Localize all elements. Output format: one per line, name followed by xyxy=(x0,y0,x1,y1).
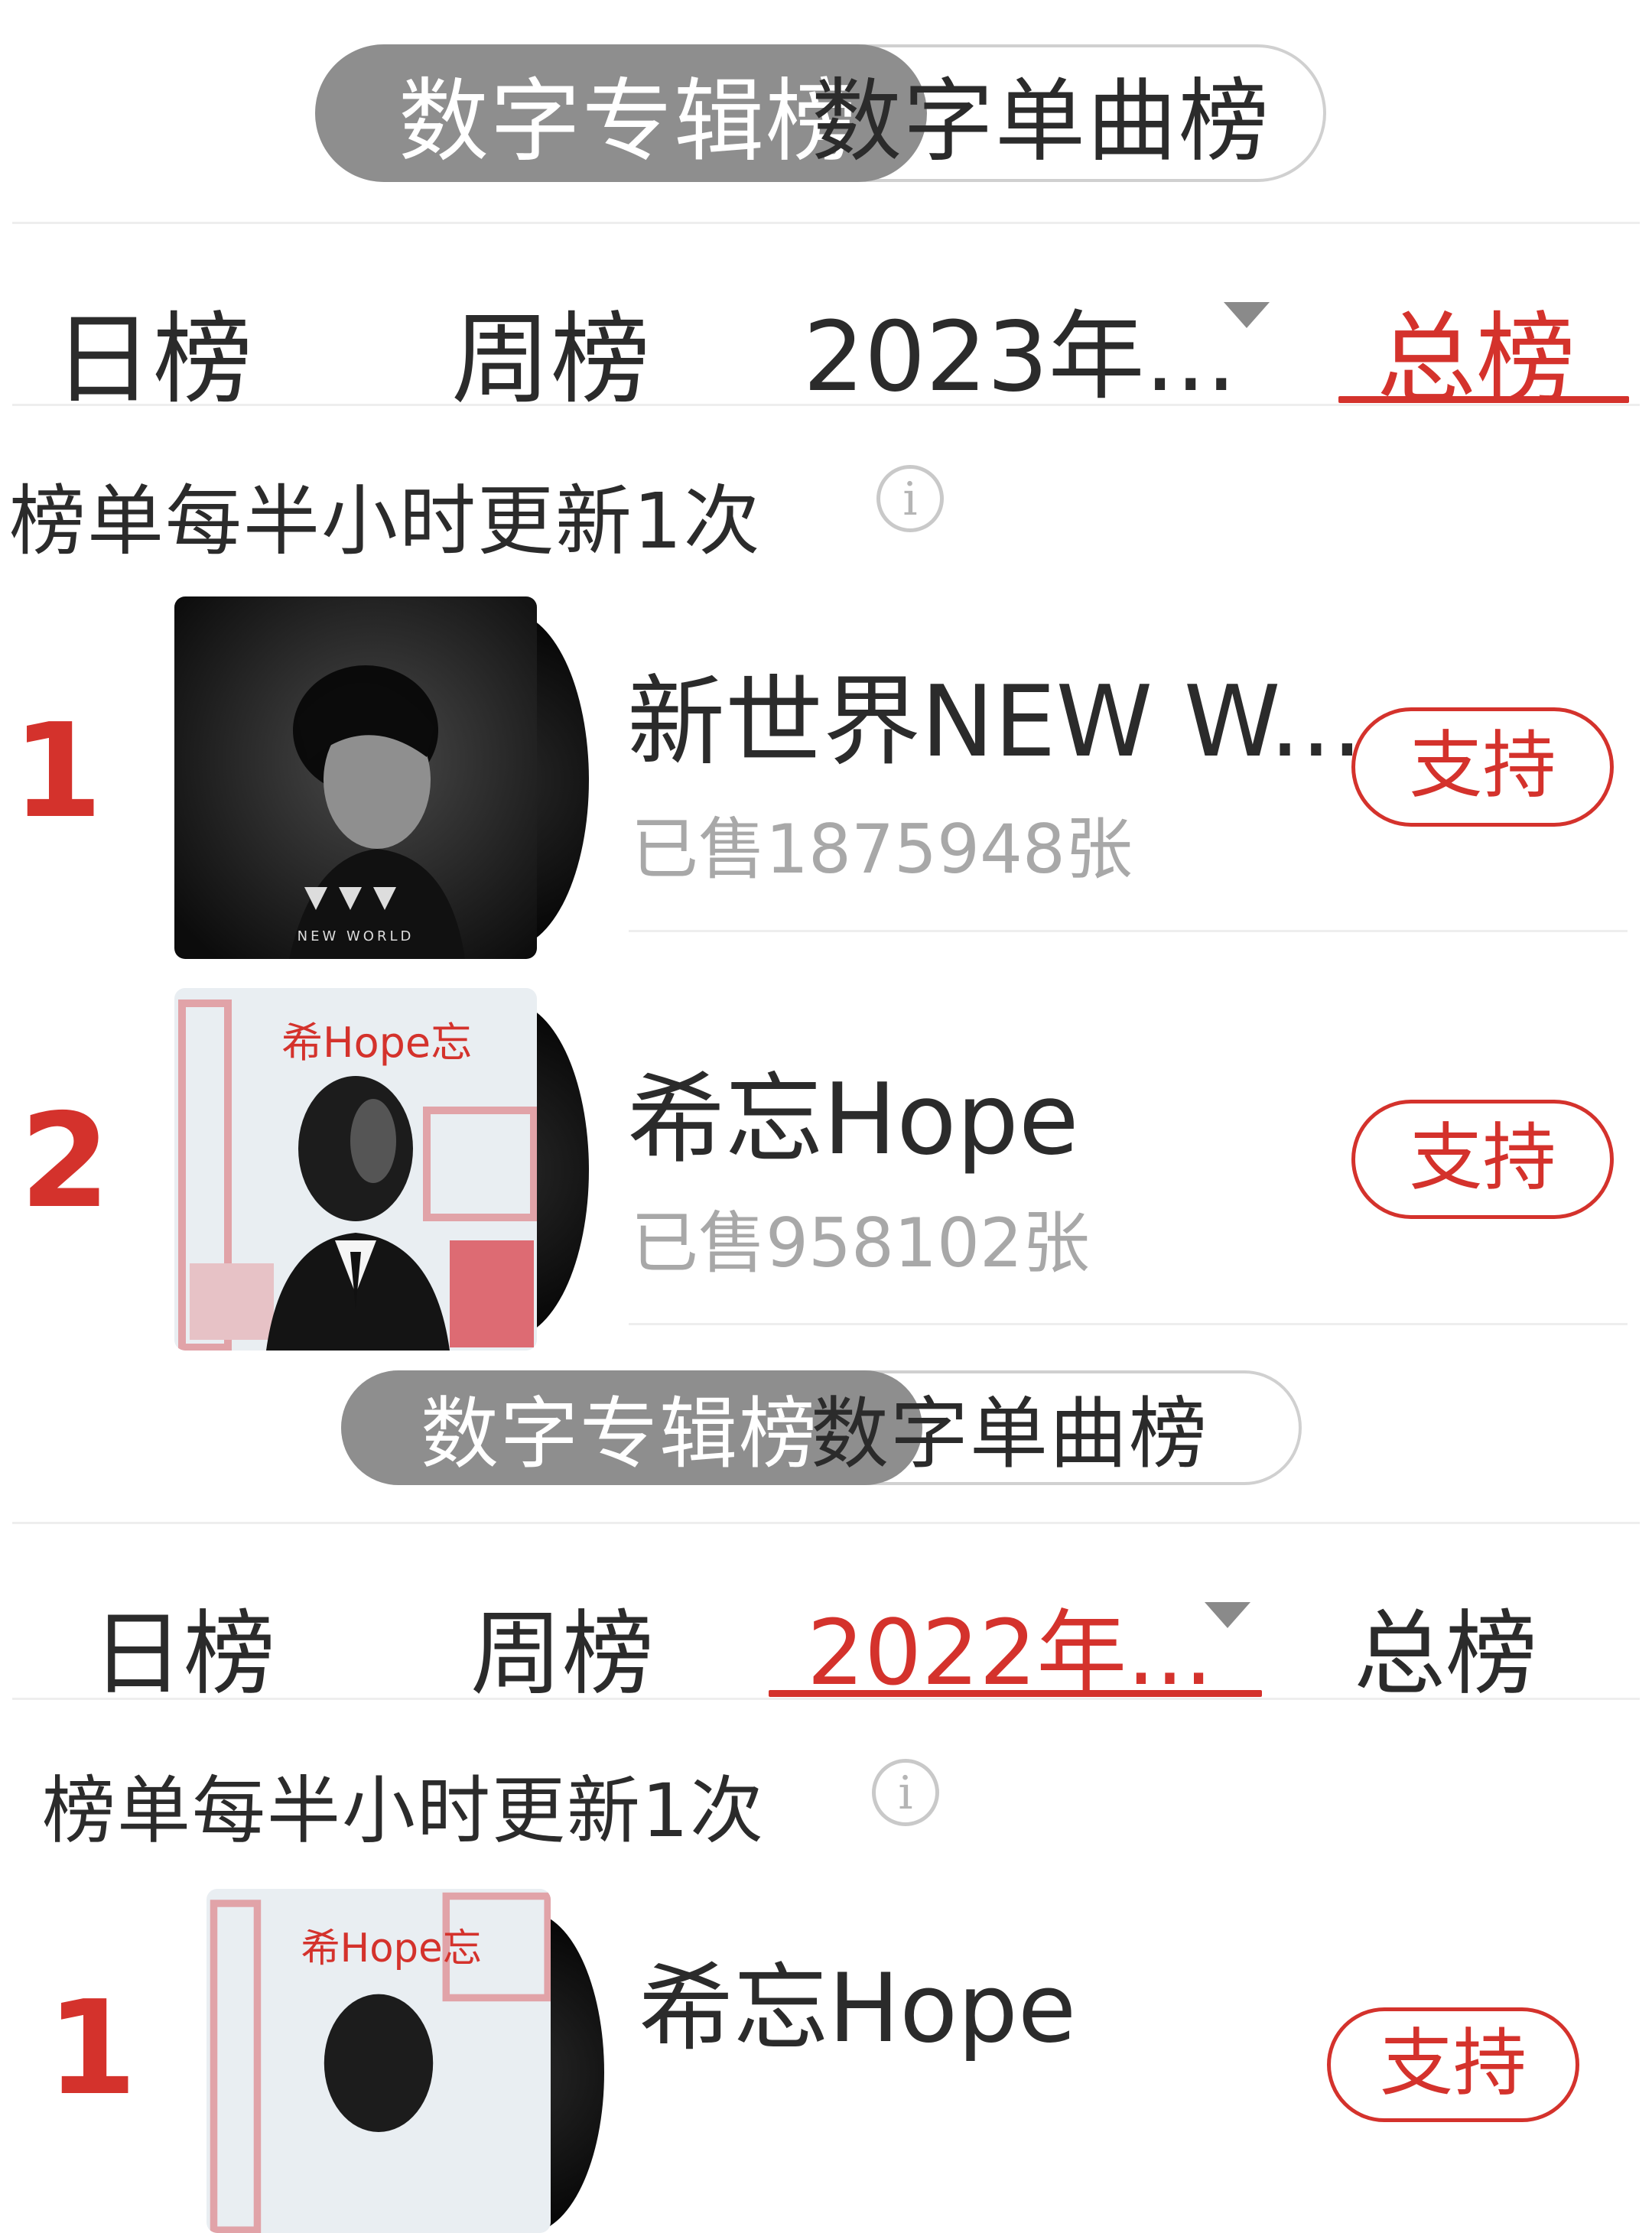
row-divider xyxy=(629,1323,1628,1325)
update-note: 榜单每半小时更新1次 xyxy=(42,1768,766,1854)
tab-digital-single[interactable]: 数字单曲榜 xyxy=(811,1372,1208,1484)
tab-digital-album[interactable]: 数字专辑榜 xyxy=(398,48,857,179)
info-icon[interactable]: i xyxy=(872,1759,939,1826)
active-tab-underline xyxy=(769,1690,1262,1697)
chart-type-toggle[interactable]: 数字专辑榜 数字单曲榜 xyxy=(315,44,1326,182)
chart-type-toggle[interactable]: 数字专辑榜 数字单曲榜 xyxy=(341,1370,1302,1485)
album-title[interactable]: 新世界NEW W... xyxy=(627,642,1363,784)
tab-week[interactable]: 周榜 xyxy=(451,279,650,423)
tab-day[interactable]: 日榜 xyxy=(92,1579,275,1712)
chart-screenshot-top: 数字专辑榜 数字单曲榜 日榜 周榜 2023年... 总榜 榜单每半小时更新1次… xyxy=(0,0,1652,1377)
sales-count: 已售958102张 xyxy=(631,1204,1090,1282)
masked-figure-cover: 希Hope忘 xyxy=(174,988,537,1351)
divider xyxy=(12,1522,1640,1524)
tab-week[interactable]: 周榜 xyxy=(470,1579,654,1712)
tab-day[interactable]: 日榜 xyxy=(54,279,252,423)
rank-number: 1 xyxy=(46,1973,138,2124)
svg-text:NEW WORLD: NEW WORLD xyxy=(298,928,415,944)
divider xyxy=(12,404,1640,406)
album-cover[interactable]: 希Hope忘 xyxy=(174,988,537,1351)
album-cover[interactable]: NEW WORLD xyxy=(174,596,537,959)
masked-figure-cover: 希Hope忘 xyxy=(206,1889,551,2233)
info-icon[interactable]: i xyxy=(876,465,944,532)
chevron-down-icon[interactable] xyxy=(1205,1602,1250,1628)
divider xyxy=(12,1698,1640,1700)
support-button[interactable]: 支持 xyxy=(1351,1100,1614,1219)
row-divider xyxy=(629,930,1628,932)
tab-year[interactable]: 2023年... xyxy=(803,279,1237,418)
album-cover[interactable]: 希Hope忘 xyxy=(206,1889,551,2233)
tab-total[interactable]: 总榜 xyxy=(1354,1579,1537,1712)
svg-text:希Hope忘: 希Hope忘 xyxy=(301,1926,481,1971)
chart-screenshot-bottom: 数字专辑榜 数字单曲榜 日榜 周榜 2022年... 总榜 榜单每半小时更新1次… xyxy=(0,1370,1652,2233)
rank-number: 1 xyxy=(11,696,103,847)
portrait-dark-cover: NEW WORLD xyxy=(174,596,537,959)
chevron-down-icon[interactable] xyxy=(1224,302,1270,328)
support-button[interactable]: 支持 xyxy=(1351,707,1614,827)
album-title[interactable]: 希忘Hope xyxy=(627,1040,1079,1182)
sales-count: 已售1875948张 xyxy=(631,810,1133,889)
divider xyxy=(12,222,1640,224)
tab-digital-album[interactable]: 数字专辑榜 xyxy=(421,1372,818,1484)
rank-number: 2 xyxy=(19,1086,111,1237)
support-button[interactable]: 支持 xyxy=(1327,2007,1579,2122)
svg-text:希Hope忘: 希Hope忘 xyxy=(281,1019,472,1067)
album-title[interactable]: 希忘Hope xyxy=(639,1931,1076,2069)
active-tab-underline xyxy=(1338,396,1629,403)
update-note: 榜单每半小时更新1次 xyxy=(9,476,762,566)
tab-digital-single[interactable]: 数字单曲榜 xyxy=(811,48,1270,179)
